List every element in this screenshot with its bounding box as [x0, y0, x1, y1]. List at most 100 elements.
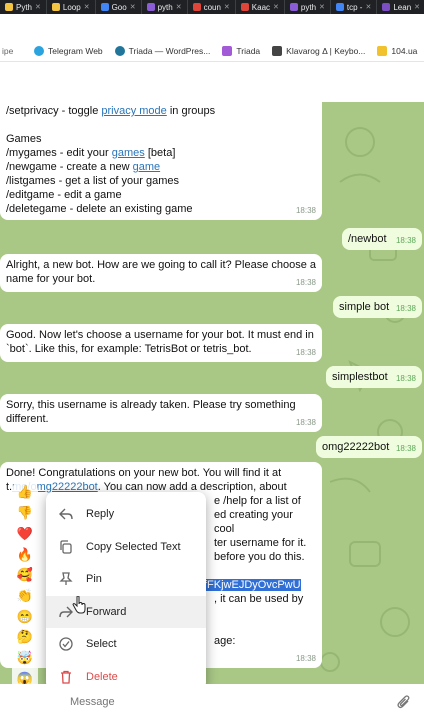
pin-icon [46, 572, 86, 586]
reaction-smiling-hearts[interactable]: 🥰 [17, 567, 33, 583]
message-outgoing[interactable]: omg22222bot 18:38 [316, 436, 422, 458]
wordpress-icon [114, 45, 125, 56]
message-incoming[interactable]: Alright, a new bot. How are we going to … [0, 254, 322, 292]
message-time: 18:38 [295, 418, 316, 427]
message-input[interactable] [70, 696, 392, 708]
message-line: /setprivacy - toggle privacy mode in gro… [6, 104, 316, 118]
menu-item-label: Pin [86, 573, 102, 586]
message-text: [beta] [144, 147, 176, 159]
reaction-grin[interactable]: 😁 [17, 609, 33, 625]
bookmark-label: Triada [236, 45, 261, 56]
browser-tab[interactable]: coun ✕ [188, 0, 236, 14]
tab-close-icon[interactable]: ✕ [130, 3, 136, 11]
tab-close-icon[interactable]: ✕ [224, 3, 230, 11]
message-outgoing[interactable]: simple bot 18:38 [333, 296, 422, 318]
trash-icon [46, 670, 86, 684]
menu-item-reply[interactable]: Reply [46, 498, 206, 531]
bookmark-icon [222, 45, 233, 56]
message-time: 18:38 [295, 206, 316, 215]
message-time: 18:38 [395, 236, 416, 245]
tab-label: coun [203, 2, 221, 12]
tab-close-icon[interactable]: ✕ [35, 3, 41, 11]
menu-item-select[interactable]: Select [46, 628, 206, 661]
message-text: /setprivacy - toggle [6, 105, 102, 117]
folder-icon [377, 45, 388, 56]
reaction-thinking[interactable]: 🤔 [17, 629, 33, 645]
browser-tab[interactable]: Loop ✕ [47, 0, 96, 14]
chat-header [0, 62, 424, 102]
tab-close-icon[interactable]: ✕ [365, 3, 371, 11]
message-incoming[interactable]: Sorry, this username is already taken. P… [0, 394, 322, 432]
reaction-exploding-head[interactable]: 🤯 [17, 650, 33, 666]
tab-close-icon[interactable]: ✕ [414, 3, 420, 11]
reply-icon [46, 508, 86, 520]
browser-tab-strip: Pyth ✕ Loop ✕ Goo ✕ pyth ✕ coun ✕ Kaac ✕ pyth ✕… [0, 0, 424, 14]
menu-item-label: Reply [86, 508, 115, 521]
reaction-fire[interactable]: 🔥 [17, 547, 33, 563]
message-text: /newbot [348, 233, 387, 245]
bookmark-item[interactable]: Triada — WordPres... [109, 45, 217, 56]
browser-tab[interactable]: Goo ✕ [96, 0, 142, 14]
copy-icon [46, 540, 86, 554]
message-time: 18:38 [295, 348, 316, 357]
menu-item-copy-selected[interactable]: Copy Selected Text [46, 531, 206, 564]
paperclip-icon[interactable] [392, 690, 416, 714]
reaction-picker: 👍 👎 ❤️ 🔥 🥰 👏 😁 🤔 🤯 😱 😨 [12, 478, 38, 714]
browser-tab[interactable]: pyth ✕ [285, 0, 331, 14]
browser-tab[interactable]: tcp - ✕ [331, 0, 378, 14]
selected-token-text[interactable]: fFKjwEJDyOvcPwU [204, 579, 301, 591]
bookmark-label: Telegram Web [48, 45, 103, 56]
bookmark-item[interactable]: Telegram Web [28, 45, 109, 56]
menu-item-forward[interactable]: Forward [46, 595, 206, 628]
message-context-menu: Reply Copy Selected Text Pin Forward Sel… [46, 492, 206, 690]
tab-close-icon[interactable]: ✕ [84, 3, 90, 11]
tab-close-icon[interactable]: ✕ [319, 3, 325, 11]
tab-label: Kaac [251, 2, 271, 12]
tab-label: tcp - [346, 2, 363, 12]
game-link[interactable]: game [133, 161, 161, 173]
reaction-thumbs-down[interactable]: 👎 [17, 505, 33, 521]
games-link[interactable]: games [112, 147, 145, 159]
message-line: Sorry, this username is already taken. P… [6, 399, 296, 411]
message-time: 18:38 [395, 374, 416, 383]
keyboard-icon [272, 45, 283, 56]
tab-label: Goo [111, 2, 127, 12]
reaction-thumbs-up[interactable]: 👍 [17, 484, 33, 500]
bookmark-item[interactable]: 104.ua [371, 45, 423, 56]
browser-tab[interactable]: Lean ✕ [377, 0, 424, 14]
reaction-clap[interactable]: 👏 [17, 588, 33, 604]
tab-favicon-icon [240, 3, 249, 11]
menu-item-label: Copy Selected Text [86, 540, 181, 553]
bookmark-label: 104.ua [391, 45, 418, 56]
browser-tab[interactable]: Pyth ✕ [0, 0, 47, 14]
tab-close-icon[interactable]: ✕ [176, 3, 182, 11]
browser-tab[interactable]: pyth ✕ [142, 0, 188, 14]
message-incoming[interactable]: /setprivacy - toggle privacy mode in gro… [0, 102, 322, 220]
message-line: `bot`. Like this, for example: TetrisBot… [6, 343, 252, 355]
message-outgoing[interactable]: simplestbot 18:38 [326, 366, 422, 388]
menu-item-pin[interactable]: Pin [46, 563, 206, 596]
bookmark-label: Klavarog Δ | Keybo... [286, 45, 366, 56]
message-line: /deletegame - delete an existing game [6, 203, 193, 215]
tab-favicon-icon [5, 3, 13, 11]
message-outgoing[interactable]: /newbot 18:38 [342, 228, 422, 250]
bookmark-item[interactable]: Klavarog Δ | Keybo... [266, 45, 371, 56]
tab-favicon-icon [192, 3, 201, 11]
reaction-heart[interactable]: ❤️ [17, 526, 33, 542]
browser-toolbar [0, 14, 424, 40]
tab-label: Lean [393, 2, 412, 12]
bookmark-item[interactable]: Triada [216, 45, 266, 56]
tab-favicon-icon [289, 3, 298, 11]
bookmark-item[interactable]: ipe [0, 46, 28, 56]
message-incoming[interactable]: Good. Now let's choose a username for yo… [0, 324, 322, 362]
message-time: 18:38 [395, 444, 416, 453]
message-time: 18:38 [395, 304, 416, 313]
message-text: simple bot [339, 301, 390, 313]
section-heading: Games [6, 133, 42, 145]
message-line: /listgames - get a list of your games [6, 175, 180, 187]
tab-close-icon[interactable]: ✕ [273, 3, 279, 11]
mouse-cursor-icon [72, 596, 86, 614]
browser-tab[interactable]: Kaac ✕ [236, 0, 285, 14]
privacy-mode-link[interactable]: privacy mode [101, 105, 166, 117]
tab-label: Loop [62, 2, 81, 12]
